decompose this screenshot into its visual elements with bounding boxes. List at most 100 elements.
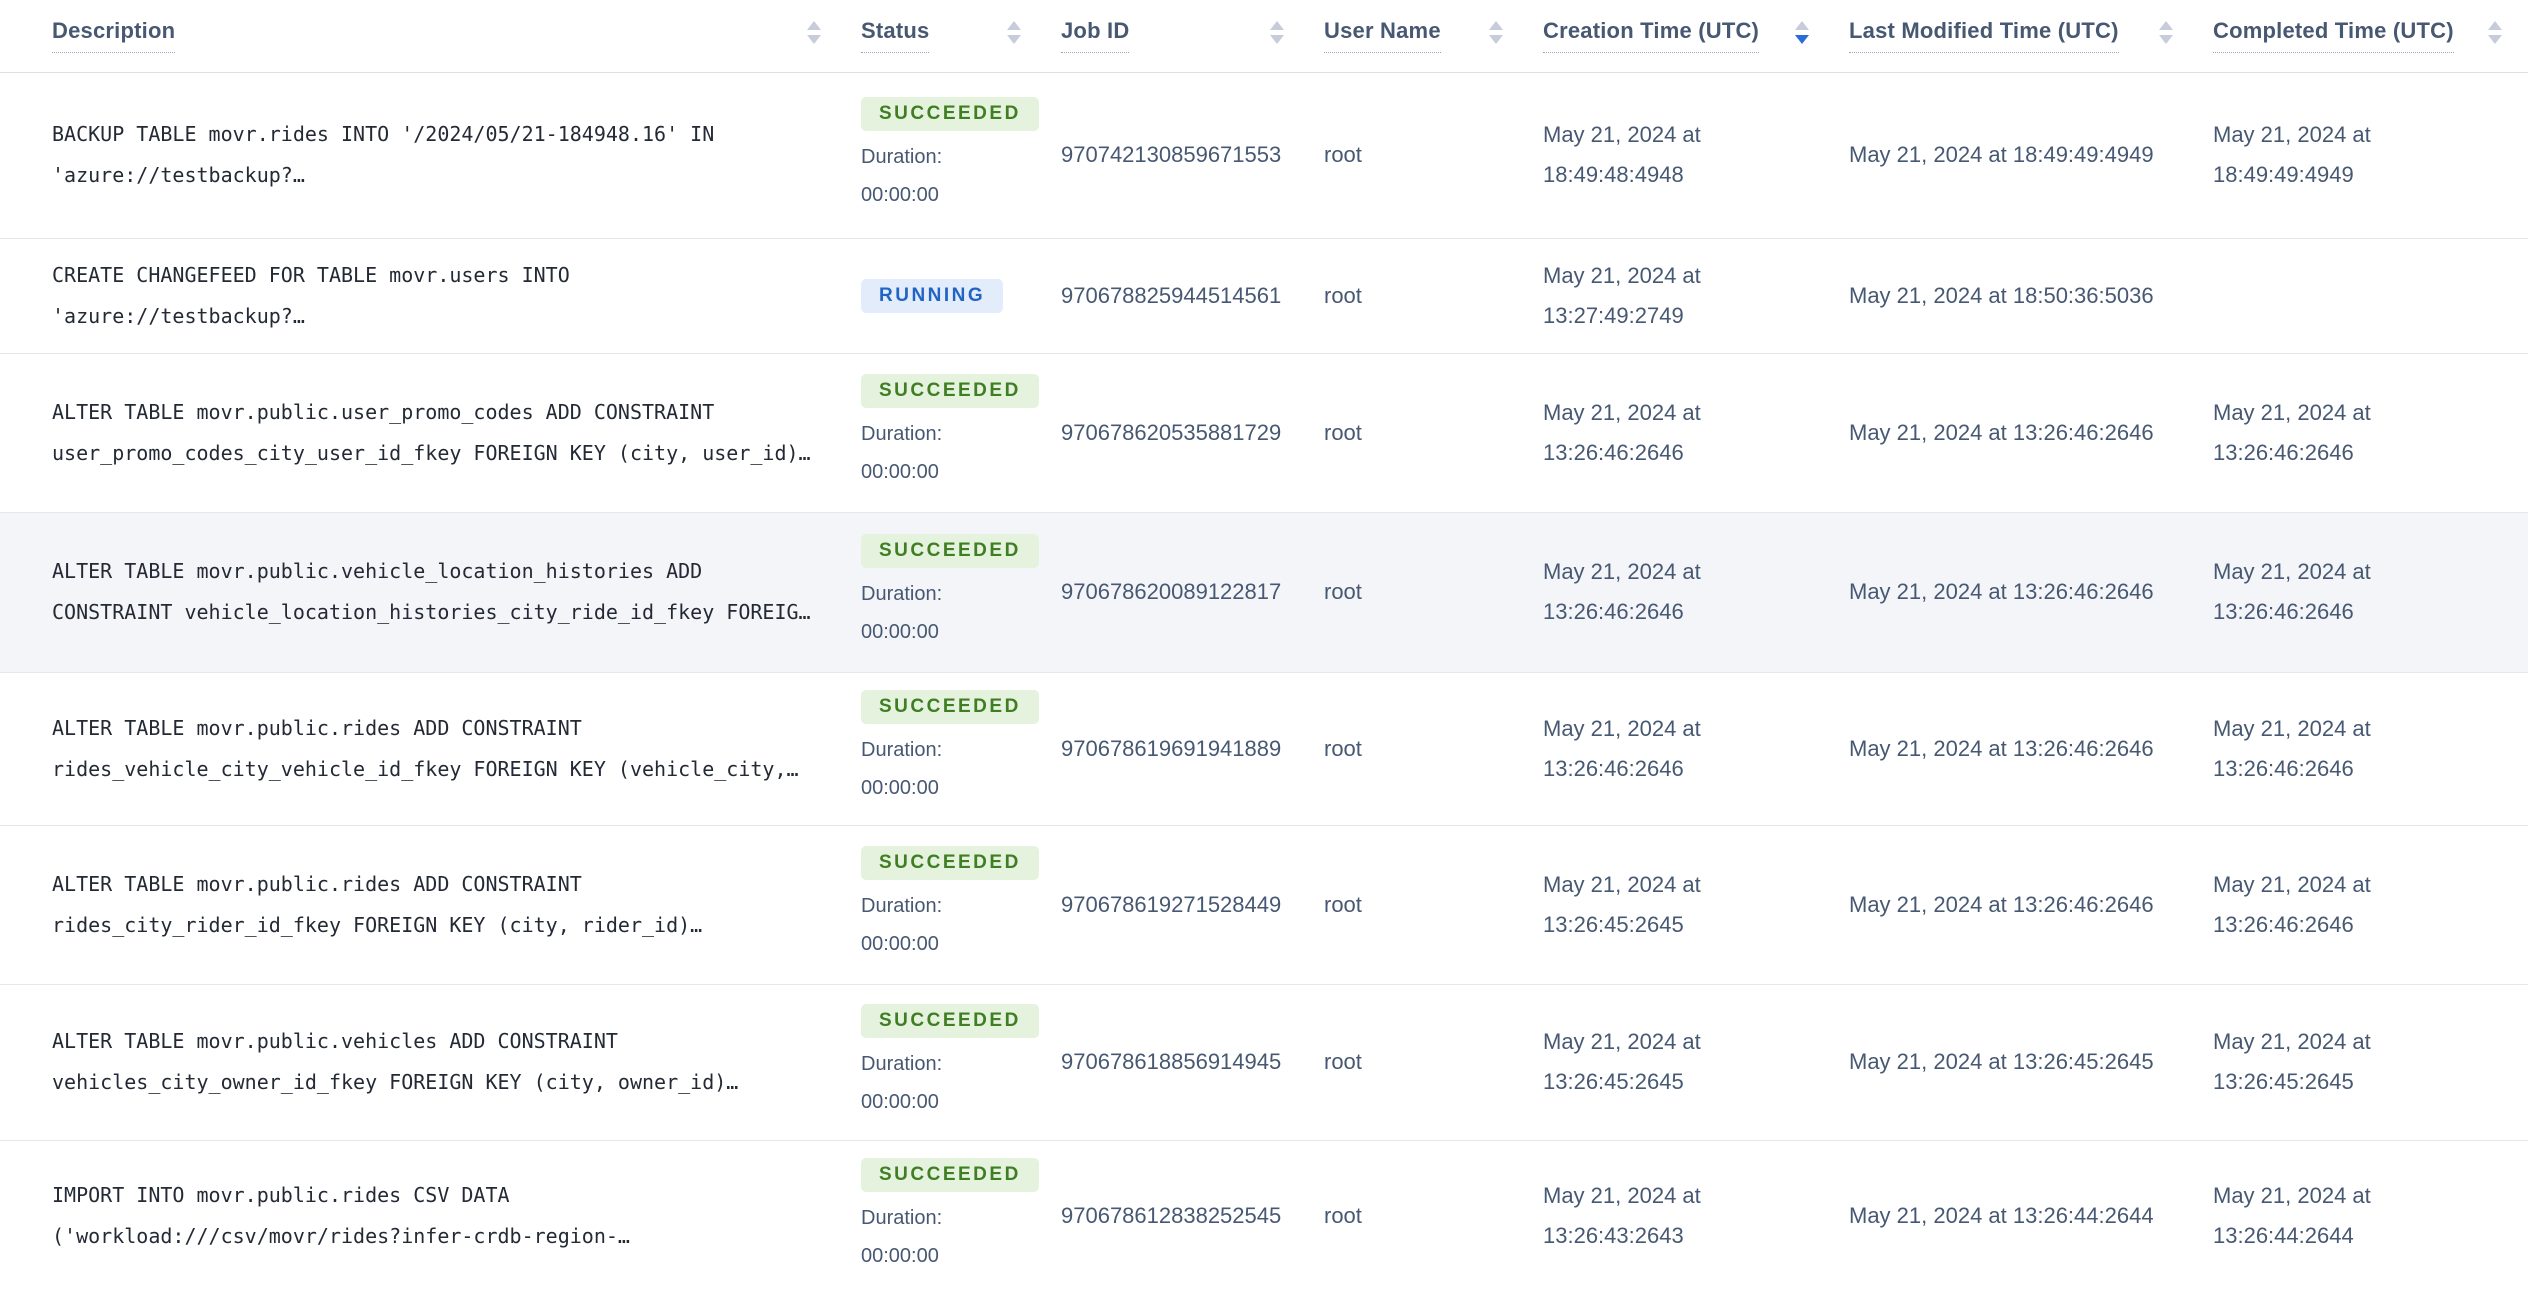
job-description-link[interactable]: ALTER TABLE movr.public.rides ADD CONSTR… — [52, 864, 834, 946]
status-badge: SUCCEEDED — [861, 374, 1039, 408]
completed-time: May 21, 2024 at 13:26:46:2646 — [2213, 871, 2371, 937]
user-name: root — [1324, 735, 1362, 761]
sort-down-arrow-icon — [2159, 35, 2173, 45]
jobs-table: Description Status Job ID User Name Crea… — [0, 0, 2528, 1292]
column-header-job-id-label[interactable]: Job ID — [1061, 18, 1130, 54]
sort-up-arrow-icon — [1270, 21, 1284, 31]
completed-time: May 21, 2024 at 13:26:46:2646 — [2213, 715, 2371, 781]
creation-time: May 21, 2024 at 13:26:46:2646 — [1543, 715, 1701, 781]
creation-time: May 21, 2024 at 13:27:49:2749 — [1543, 262, 1701, 328]
column-header-status: Status — [861, 0, 1061, 73]
last-modified-time: May 21, 2024 at 13:26:46:2646 — [1849, 891, 2154, 917]
last-modified-time: May 21, 2024 at 18:49:49:4949 — [1849, 142, 2154, 167]
last-modified-time: May 21, 2024 at 13:26:45:2645 — [1849, 1049, 2154, 1074]
sort-down-arrow-icon — [1270, 35, 1284, 45]
table-row: BACKUP TABLE movr.rides INTO '/2024/05/2… — [0, 72, 2528, 238]
completed-time: May 21, 2024 at 13:26:44:2644 — [2213, 1183, 2371, 1248]
table-row-highlighted: ALTER TABLE movr.public.vehicle_location… — [0, 512, 2528, 672]
table-row: ALTER TABLE movr.public.rides ADD CONSTR… — [0, 672, 2528, 825]
job-description-link[interactable]: BACKUP TABLE movr.rides INTO '/2024/05/2… — [52, 114, 834, 196]
creation-time: May 21, 2024 at 18:49:48:4948 — [1543, 122, 1701, 187]
duration-label: Duration: — [861, 423, 943, 445]
job-description-link[interactable]: ALTER TABLE movr.public.rides ADD CONSTR… — [52, 708, 834, 790]
creation-time: May 21, 2024 at 13:26:46:2646 — [1543, 559, 1701, 624]
table-row: ALTER TABLE movr.public.user_promo_codes… — [0, 353, 2528, 512]
last-modified-time: May 21, 2024 at 13:26:44:2644 — [1849, 1203, 2154, 1228]
duration-value: 00:00:00 — [861, 183, 939, 206]
job-id: 970678620089122817 — [1061, 579, 1282, 604]
completed-time: May 21, 2024 at 13:26:45:2645 — [2213, 1029, 2371, 1094]
job-description-link[interactable]: ALTER TABLE movr.public.vehicles ADD CON… — [52, 1021, 834, 1103]
sort-icon[interactable] — [2159, 21, 2173, 45]
user-name: root — [1324, 282, 1362, 308]
job-description-link[interactable]: ALTER TABLE movr.public.vehicle_location… — [52, 551, 834, 633]
sort-icon[interactable] — [807, 21, 821, 45]
column-header-description: Description — [0, 0, 861, 73]
duration-label: Duration: — [861, 739, 943, 761]
sort-up-arrow-icon — [807, 21, 821, 31]
sort-down-arrow-icon — [1489, 35, 1503, 45]
job-description-link[interactable]: CREATE CHANGEFEED FOR TABLE movr.users I… — [52, 255, 834, 337]
duration-label: Duration: — [861, 1206, 943, 1229]
duration-label: Duration: — [861, 895, 943, 917]
sort-up-arrow-icon — [2159, 21, 2173, 31]
completed-time: May 21, 2024 at 13:26:46:2646 — [2213, 559, 2371, 624]
duration-label: Duration: — [861, 1052, 943, 1075]
sort-icon[interactable] — [1489, 21, 1503, 45]
creation-time: May 21, 2024 at 13:26:45:2645 — [1543, 1029, 1701, 1094]
duration-value: 00:00:00 — [861, 777, 939, 799]
column-header-last-modified-time: Last Modified Time (UTC) — [1849, 0, 2213, 73]
jobs-table-header: Description Status Job ID User Name Crea… — [0, 0, 2528, 73]
status-badge: SUCCEEDED — [861, 96, 1039, 131]
job-id: 970678619691941889 — [1061, 735, 1282, 761]
user-name: root — [1324, 419, 1362, 445]
duration-value: 00:00:00 — [861, 461, 939, 483]
table-row: CREATE CHANGEFEED FOR TABLE movr.users I… — [0, 238, 2528, 353]
duration-label: Duration: — [861, 582, 943, 605]
duration-value: 00:00:00 — [861, 620, 939, 643]
column-header-user-name-label[interactable]: User Name — [1324, 18, 1441, 54]
creation-time: May 21, 2024 at 13:26:46:2646 — [1543, 399, 1701, 465]
status-badge: SUCCEEDED — [861, 690, 1039, 724]
column-header-creation-time-label[interactable]: Creation Time (UTC) — [1543, 18, 1760, 54]
user-name: root — [1324, 891, 1362, 917]
user-name: root — [1324, 579, 1362, 604]
job-id: 970678825944514561 — [1061, 282, 1282, 308]
status-badge: SUCCEEDED — [861, 846, 1039, 880]
job-description-link[interactable]: ALTER TABLE movr.public.user_promo_codes… — [52, 392, 834, 474]
duration-value: 00:00:00 — [861, 933, 939, 955]
column-header-description-label[interactable]: Description — [52, 18, 176, 54]
job-id: 970678618856914945 — [1061, 1049, 1282, 1074]
sort-up-arrow-icon — [1007, 21, 1021, 31]
duration-label: Duration: — [861, 145, 943, 168]
sort-icon[interactable] — [1007, 21, 1021, 45]
column-header-creation-time: Creation Time (UTC) — [1543, 0, 1849, 73]
user-name: root — [1324, 1203, 1362, 1228]
status-badge: SUCCEEDED — [861, 1003, 1039, 1038]
last-modified-time: May 21, 2024 at 18:50:36:5036 — [1849, 282, 2154, 308]
sort-up-arrow-icon — [2488, 21, 2502, 31]
user-name: root — [1324, 1049, 1362, 1074]
last-modified-time: May 21, 2024 at 13:26:46:2646 — [1849, 579, 2154, 604]
status-badge: SUCCEEDED — [861, 1157, 1039, 1192]
completed-time: May 21, 2024 at 13:26:46:2646 — [2213, 399, 2371, 465]
job-id: 970678619271528449 — [1061, 891, 1282, 917]
sort-icon[interactable] — [2488, 21, 2502, 45]
last-modified-time: May 21, 2024 at 13:26:46:2646 — [1849, 735, 2154, 761]
column-header-completed-time-label[interactable]: Completed Time (UTC) — [2213, 18, 2454, 54]
sort-up-arrow-icon — [1489, 21, 1503, 31]
last-modified-time: May 21, 2024 at 13:26:46:2646 — [1849, 419, 2154, 445]
job-description-link[interactable]: IMPORT INTO movr.public.rides CSV DATA (… — [52, 1175, 834, 1257]
completed-time: May 21, 2024 at 18:49:49:4949 — [2213, 122, 2371, 187]
sort-icon[interactable] — [1270, 21, 1284, 45]
job-id: 970678620535881729 — [1061, 419, 1282, 445]
sort-down-arrow-icon — [1007, 35, 1021, 45]
sort-icon-active-desc[interactable] — [1795, 21, 1809, 45]
column-header-status-label[interactable]: Status — [861, 18, 930, 54]
column-header-completed-time: Completed Time (UTC) — [2213, 0, 2528, 73]
creation-time: May 21, 2024 at 13:26:43:2643 — [1543, 1183, 1701, 1248]
job-id: 970678612838252545 — [1061, 1203, 1282, 1228]
job-id: 970742130859671553 — [1061, 142, 1282, 167]
column-header-last-modified-time-label[interactable]: Last Modified Time (UTC) — [1849, 18, 2119, 54]
sort-down-arrow-icon — [2488, 35, 2502, 45]
